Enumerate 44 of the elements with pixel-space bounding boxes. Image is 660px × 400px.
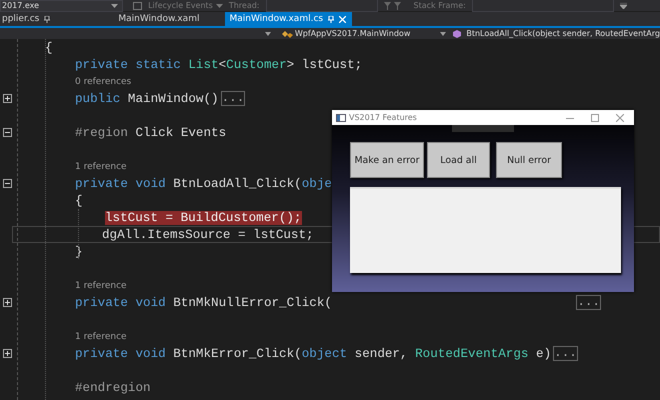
caret-icon bbox=[620, 2, 627, 8]
code-text: { bbox=[45, 40, 53, 54]
code-text: { bbox=[75, 194, 83, 208]
code-text: private void BtnMkNullError_Click( bbox=[75, 296, 332, 310]
expand-icon[interactable] bbox=[3, 94, 12, 103]
app-button[interactable]: Null error bbox=[496, 142, 562, 178]
collapse-icon[interactable] bbox=[3, 179, 12, 188]
code-text: #endregion bbox=[75, 380, 151, 394]
close-icon bbox=[616, 114, 624, 122]
codelens-link[interactable]: 1 reference bbox=[75, 280, 127, 290]
codelens-link[interactable]: 1 reference bbox=[75, 332, 127, 342]
code-text: private void BtnMkError_Click(object sender, RoutedEventArgs e) bbox=[75, 346, 552, 360]
code-text: private void BtnLoadAll_Click(obje bbox=[75, 176, 332, 190]
maximize-icon bbox=[591, 114, 599, 122]
process-dropdown[interactable]: 2017.exe bbox=[0, 0, 124, 12]
codelens-link[interactable]: 0 references bbox=[75, 76, 132, 86]
app-button[interactable]: Load all bbox=[427, 142, 490, 178]
code-text: private static List<Customer> lstCust; bbox=[75, 58, 362, 72]
app-button[interactable]: Make an error bbox=[350, 142, 424, 178]
stack-frame-label: Stack Frame: bbox=[414, 1, 466, 10]
member-dropdown[interactable]: BtnLoadAll_Click(object sender, RoutedEventArg bbox=[452, 28, 660, 38]
caret-icon bbox=[440, 32, 446, 36]
caret-icon bbox=[111, 4, 118, 8]
caret-icon bbox=[216, 4, 223, 8]
collapsed-code-button[interactable]: ... bbox=[220, 91, 246, 106]
close-icon bbox=[339, 16, 346, 22]
error-highlight: lstCust = BuildCustomer(); bbox=[105, 210, 302, 224]
collapse-icon[interactable] bbox=[3, 128, 12, 137]
expand-icon[interactable] bbox=[3, 349, 12, 358]
file-tab[interactable]: MainWindow.xaml bbox=[58, 12, 226, 26]
expand-icon[interactable] bbox=[3, 298, 12, 307]
class-icon bbox=[280, 28, 293, 38]
type-dropdown[interactable]: WpfAppVS2017.MainWindow bbox=[280, 28, 410, 38]
window-icon bbox=[336, 114, 346, 122]
window-title: VS2017 Features bbox=[349, 113, 417, 122]
lifecycle-icon bbox=[133, 2, 142, 10]
codelens-link[interactable]: 1 reference bbox=[75, 162, 127, 172]
file-tab[interactable]: pplier.cs bbox=[0, 12, 58, 26]
collapsed-code-button[interactable]: ... bbox=[553, 346, 578, 361]
file-tab[interactable]: MainWindow.xaml.cs bbox=[225, 12, 352, 26]
code-text: #region Click Events bbox=[75, 126, 226, 140]
caret-icon bbox=[264, 32, 271, 36]
thread-label: Thread: bbox=[228, 1, 260, 10]
code-text: public MainWindow() bbox=[75, 92, 219, 106]
